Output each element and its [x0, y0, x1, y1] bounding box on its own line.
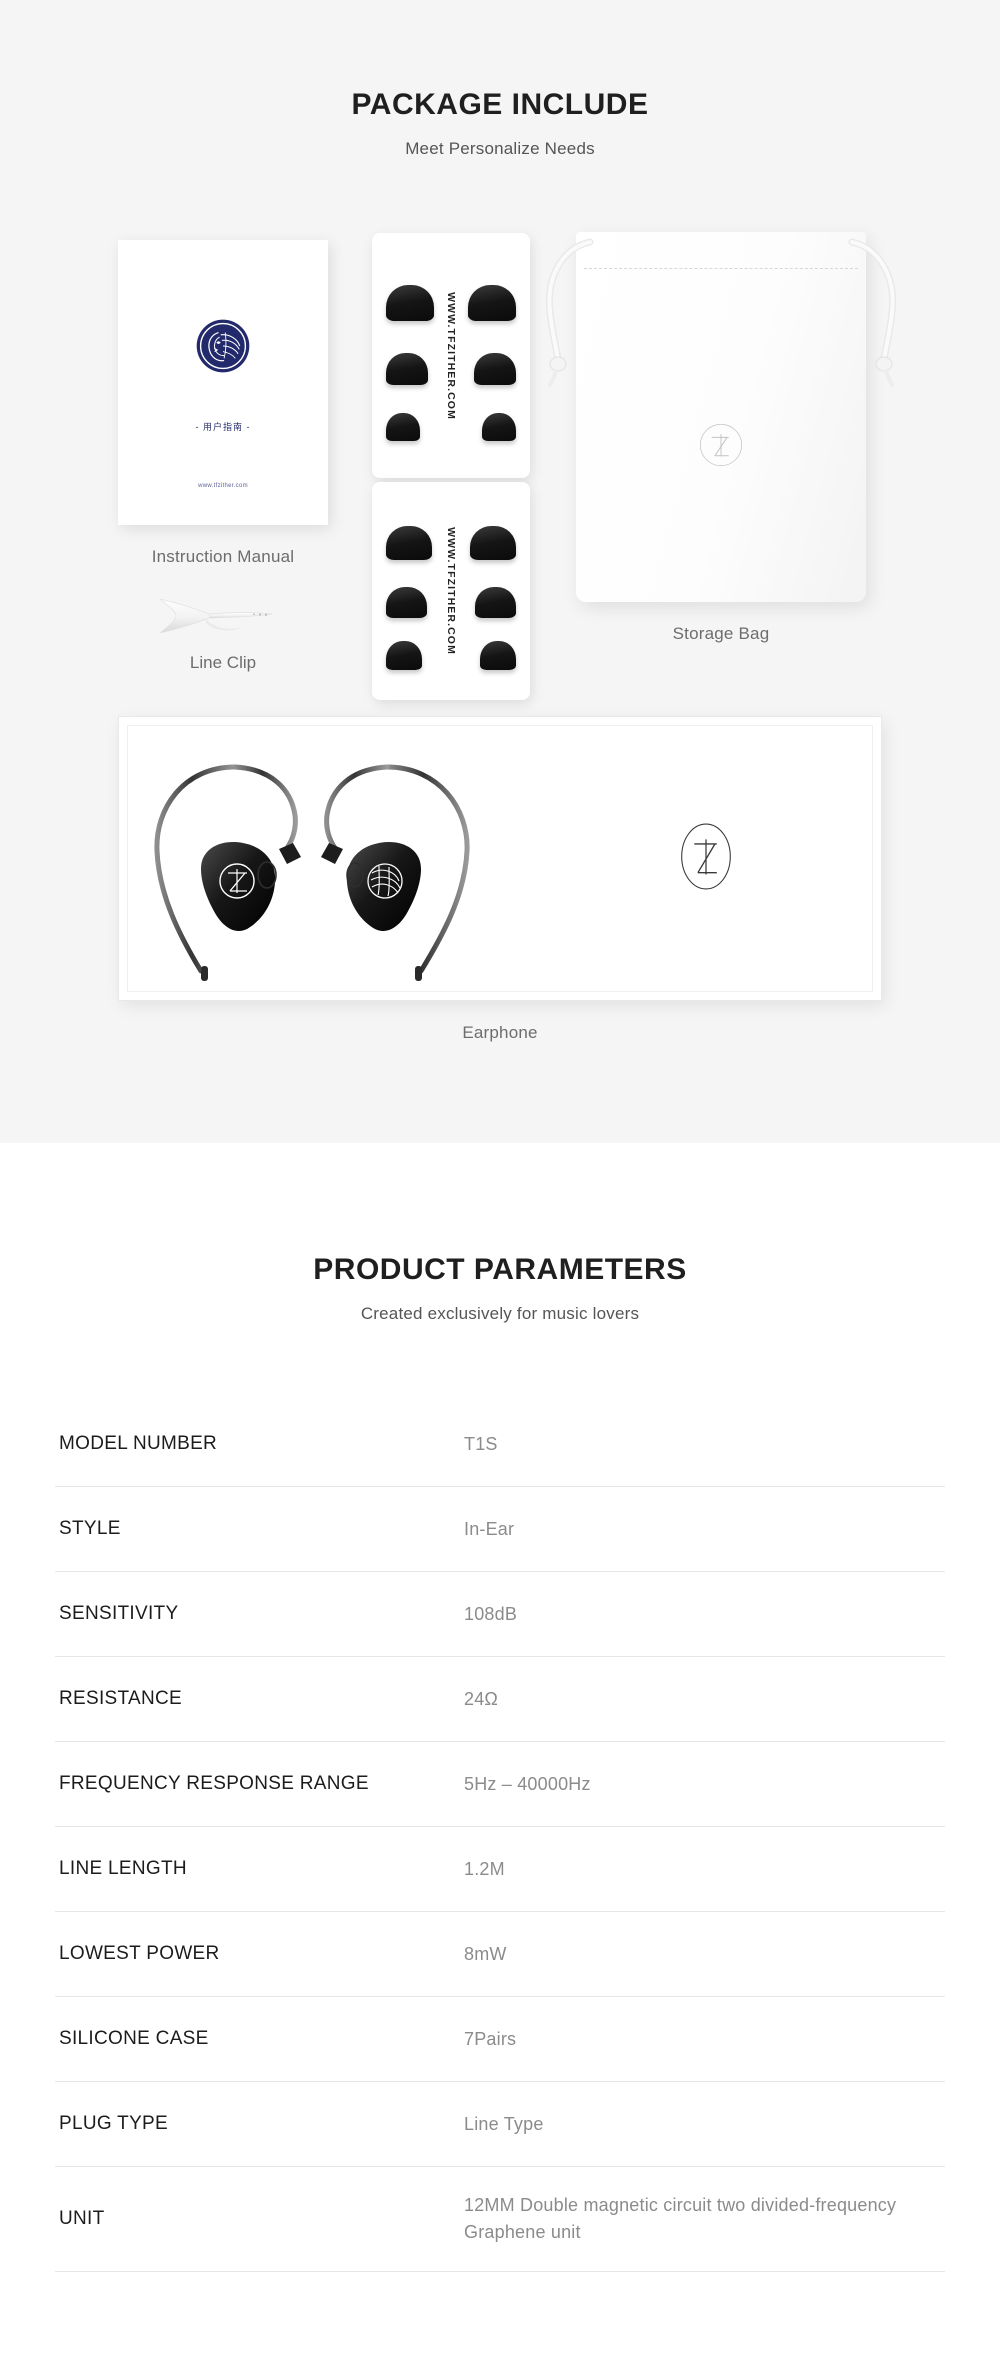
ear-tip — [382, 641, 426, 675]
package-section-subtitle: Meet Personalize Needs — [405, 139, 595, 158]
storage-bag-caption: Storage Bag — [672, 624, 770, 643]
line-clip-caption: Line Clip — [189, 653, 257, 672]
spec-label: RESISTANCE — [59, 1688, 183, 1709]
spec-value: 7Pairs — [464, 2028, 517, 2049]
ear-tip — [382, 587, 431, 623]
ear-tips-card-url: WWW.TFZITHER.COM — [445, 291, 457, 420]
package-section-title: PACKAGE INCLUDE — [351, 88, 649, 121]
line-clip-item: Line Clip — [118, 585, 328, 673]
spec-value: 108dB — [464, 1603, 518, 1624]
spec-row: MODEL NUMBER T1S — [55, 1402, 945, 1487]
bag-seam-line — [584, 268, 858, 269]
ear-tip — [382, 285, 438, 326]
specifications-table: MODEL NUMBER T1S STYLE In-Ear SENSITIVITY 108… — [55, 1402, 945, 2272]
ear-tip — [466, 526, 520, 565]
drawstring-icon — [545, 238, 594, 387]
spec-value: 5Hz – 40000Hz — [464, 1773, 591, 1794]
ear-tip — [470, 353, 520, 390]
product-parameters-section: PRODUCT PARAMETERS Created exclusively f… — [0, 1143, 1000, 2378]
spec-row: SENSITIVITY 108dB — [55, 1572, 945, 1657]
spec-value: T1S — [464, 1433, 498, 1454]
line-clip-icon — [118, 585, 328, 647]
spec-label: SILICONE CASE — [59, 2028, 209, 2049]
ear-tips-card: WWW.TFZITHER.COM — [372, 482, 530, 700]
ear-tip — [382, 526, 436, 565]
spec-value: In-Ear — [464, 1518, 515, 1539]
spec-row: SILICONE CASE 7Pairs — [55, 1997, 945, 2082]
earphone-item: Earphone — [118, 716, 882, 1043]
spec-value: 24Ω — [464, 1688, 499, 1709]
ear-tip — [478, 413, 520, 446]
spec-label: UNIT — [59, 2208, 105, 2229]
parameters-section-subtitle: Created exclusively for music lovers — [360, 1304, 640, 1323]
spec-label: LINE LENGTH — [59, 1858, 187, 1879]
ear-tip — [382, 353, 432, 390]
storage-bag — [545, 232, 897, 602]
manual-cover-chinese-text: - 用户指南 - — [195, 422, 251, 432]
spec-label: PLUG TYPE — [59, 2113, 168, 2134]
tfz-monogram-logo-icon — [698, 422, 744, 473]
manual-cover-url: www.tfzither.com — [198, 483, 248, 489]
spec-row: UNIT 12MM Double magnetic circuit two div… — [55, 2167, 945, 2272]
tfz-head-logo-icon — [195, 318, 251, 379]
earphone-caption: Earphone — [462, 1023, 538, 1042]
instruction-manual-item: - 用户指南 - www.tfzither.com Instruction Ma… — [118, 240, 328, 567]
spec-value: 12MM Double magnetic circuit two divided… — [464, 2195, 897, 2242]
parameters-section-title: PRODUCT PARAMETERS — [313, 1253, 687, 1286]
spec-value: 8mW — [464, 1943, 507, 1964]
ear-tips-card-url: WWW.TFZITHER.COM — [445, 527, 457, 655]
ear-tip — [476, 641, 520, 675]
spec-row: LOWEST POWER 8mW — [55, 1912, 945, 1997]
ear-tip — [471, 587, 520, 623]
spec-label: FREQUENCY RESPONSE RANGE — [59, 1773, 369, 1794]
spec-label: STYLE — [59, 1518, 121, 1539]
spec-row: LINE LENGTH 1.2M — [55, 1827, 945, 1912]
drawstring-icon — [848, 238, 897, 387]
spec-label: SENSITIVITY — [59, 1603, 179, 1624]
ear-tip — [382, 413, 424, 446]
manual-cover: - 用户指南 - www.tfzither.com — [118, 240, 328, 525]
package-include-section: PACKAGE INCLUDE Meet Personalize Needs -… — [0, 0, 1000, 1143]
spec-label: MODEL NUMBER — [59, 1433, 218, 1454]
ear-tip — [464, 285, 520, 326]
spec-row: STYLE In-Ear — [55, 1487, 945, 1572]
spec-row: FREQUENCY RESPONSE RANGE 5Hz – 40000Hz — [55, 1742, 945, 1827]
spec-row: RESISTANCE 24Ω — [55, 1657, 945, 1742]
spec-row: PLUG TYPE Line Type — [55, 2082, 945, 2167]
spec-value: Line Type — [464, 2113, 544, 2134]
instruction-manual-caption: Instruction Manual — [151, 547, 295, 566]
ear-tips-card: WWW.TFZITHER.COM — [372, 233, 530, 478]
spec-label: LOWEST POWER — [59, 1943, 220, 1964]
tfz-monogram-logo-icon — [679, 820, 733, 897]
spec-value: 1.2M — [464, 1858, 505, 1879]
earphone-pair-icon — [154, 764, 470, 981]
storage-bag-item: Storage Bag — [545, 232, 897, 644]
earphone-display-box — [118, 716, 882, 1001]
